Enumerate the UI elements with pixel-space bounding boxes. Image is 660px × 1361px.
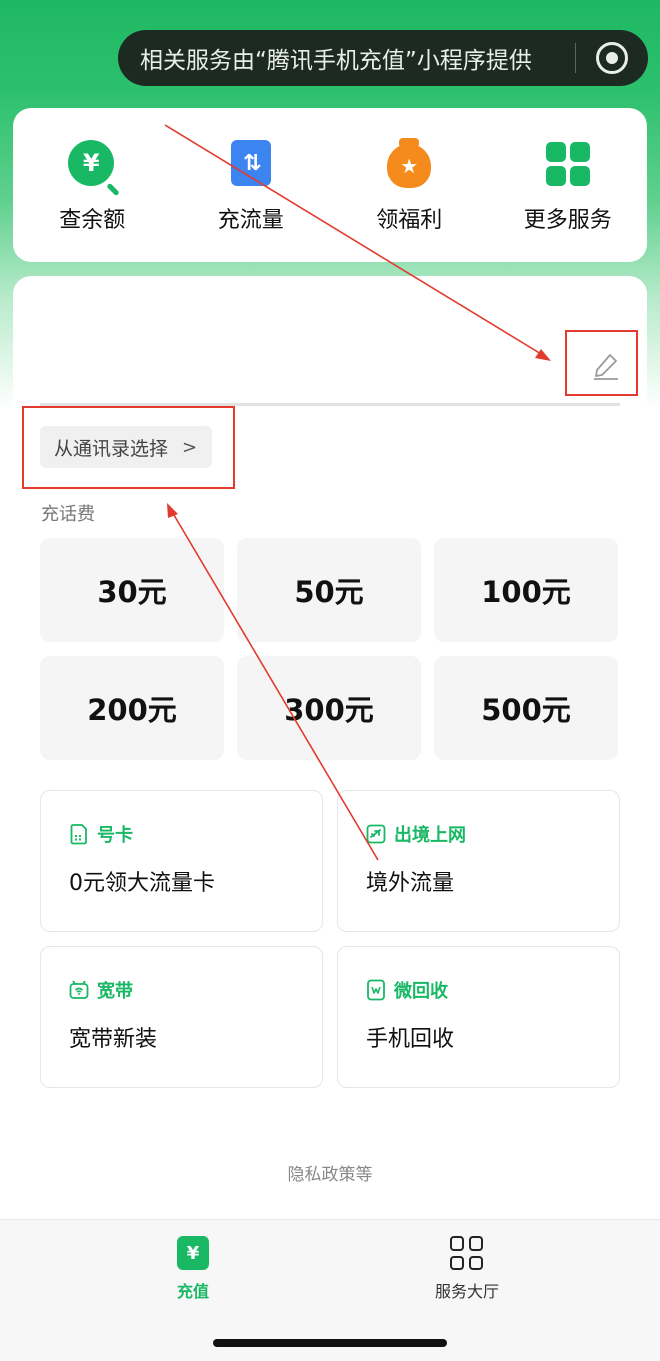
quick-action-balance[interactable]: ¥ 查余额	[17, 140, 167, 262]
tab-label: 服务大厅	[434, 1282, 499, 1301]
amount-option[interactable]: 200元	[40, 656, 224, 760]
recharge-amount-grid: 30元 50元 100元 200元 300元 500元	[40, 538, 620, 760]
quick-action-benefits[interactable]: ★ 领福利	[334, 138, 484, 262]
quick-action-label: 充流量	[217, 208, 284, 233]
quick-action-more[interactable]: 更多服务	[493, 140, 643, 262]
home-indicator	[213, 1339, 447, 1347]
grid-icon	[545, 142, 590, 186]
tab-recharge[interactable]: ¥ 充值	[133, 1236, 253, 1302]
banner-divider	[575, 43, 576, 73]
annotation-box-edit	[565, 330, 638, 396]
service-title: 手机回收	[366, 1027, 455, 1052]
quick-action-label: 更多服务	[523, 208, 612, 233]
annotation-box-contacts	[22, 406, 235, 489]
gift-bag-icon: ★	[387, 138, 432, 188]
mini-program-banner[interactable]: 相关服务由“腾讯手机充值”小程序提供	[118, 30, 648, 86]
service-tag-label: 宽带	[97, 981, 133, 1002]
tab-label: 充值	[176, 1282, 209, 1301]
service-card-broadband[interactable]: 宽带 宽带新装	[40, 946, 323, 1088]
privacy-policy-link[interactable]: 隐私政策等	[0, 1160, 660, 1185]
tab-service-hall[interactable]: 服务大厅	[407, 1236, 527, 1302]
recharge-section-title: 充话费	[41, 504, 95, 525]
service-tag-label: 号卡	[97, 825, 133, 846]
recharge-tab-icon: ¥	[177, 1236, 209, 1270]
sim-card-icon	[70, 824, 87, 845]
data-flow-icon: ⇅	[230, 140, 271, 186]
service-title: 宽带新装	[69, 1027, 158, 1052]
amount-option[interactable]: 30元	[40, 538, 224, 642]
quick-action-data[interactable]: ⇅ 充流量	[176, 140, 326, 262]
service-tag-label: 出境上网	[394, 825, 466, 846]
service-card-roaming[interactable]: 出境上网 境外流量	[337, 790, 620, 932]
router-icon	[69, 980, 89, 999]
amount-option[interactable]: 500元	[434, 656, 618, 760]
quick-actions-card: ¥ 查余额 ⇅ 充流量 ★ 领福利 更多服务	[13, 108, 647, 262]
service-hall-grid-icon	[450, 1236, 484, 1270]
annotation-arrow-head	[167, 503, 178, 518]
amount-option[interactable]: 300元	[237, 656, 421, 760]
quick-action-label: 查余额	[59, 208, 126, 233]
service-title: 0元领大流量卡	[69, 871, 215, 896]
amount-option[interactable]: 50元	[237, 538, 421, 642]
airplane-icon	[366, 824, 386, 844]
service-tag-label: 微回收	[394, 981, 448, 1002]
phone-number-input[interactable]	[40, 336, 620, 406]
target-icon[interactable]	[596, 42, 628, 74]
service-card-sim[interactable]: 号卡 0元领大流量卡	[40, 790, 323, 932]
services-grid: 号卡 0元领大流量卡 出境上网 境外流量 宽带 宽带新装 微回收 手机回收	[40, 790, 620, 1088]
service-title: 境外流量	[366, 871, 455, 896]
banner-text: 相关服务由“腾讯手机充值”小程序提供	[140, 48, 532, 74]
amount-option[interactable]: 100元	[434, 538, 618, 642]
recycle-phone-icon	[367, 979, 385, 1001]
quick-action-label: 领福利	[376, 208, 443, 233]
service-card-recycle[interactable]: 微回收 手机回收	[337, 946, 620, 1088]
balance-icon: ¥	[68, 140, 115, 186]
